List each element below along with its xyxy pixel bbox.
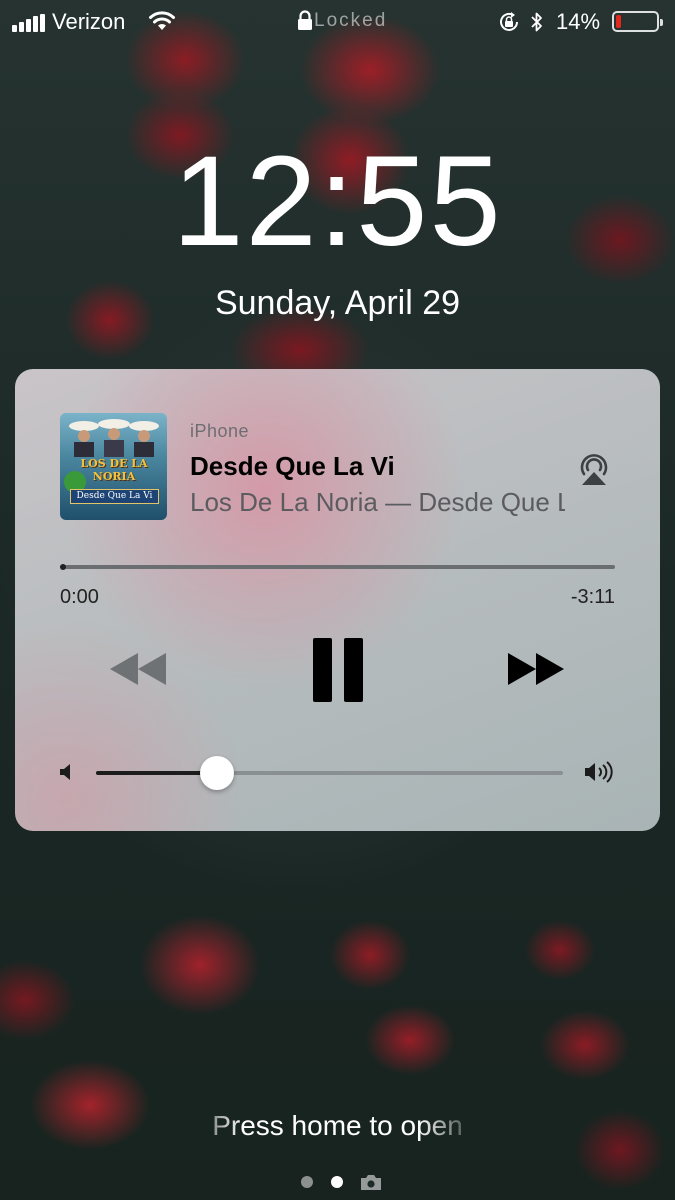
album-art-band-name: LOS DE LA NORIA: [80, 457, 148, 483]
bluetooth-icon: [531, 12, 542, 32]
status-bar: Verizon Locked 14%: [0, 0, 675, 44]
scrubber-handle[interactable]: [60, 564, 66, 570]
battery-icon: [612, 11, 663, 32]
battery-level-fill: [616, 15, 621, 28]
wifi-icon: [149, 11, 175, 30]
album-art-title: Desde Que La Vi: [70, 489, 159, 504]
lock-screen-date: Sunday, April 29: [214, 284, 461, 322]
album-artwork[interactable]: LOS DE LA NORIA Desde Que La Vi: [60, 413, 167, 520]
rewind-icon[interactable]: [108, 649, 168, 689]
rotation-lock-icon: [500, 12, 518, 31]
lock-screen-clock: 12:55: [172, 130, 503, 273]
battery-percentage: 14%: [556, 9, 601, 34]
volume-low-icon: [60, 764, 70, 780]
camera-icon[interactable]: [360, 1174, 382, 1191]
playback-scrubber[interactable]: [60, 565, 615, 569]
volume-slider-fill: [96, 771, 217, 775]
page-dot: [301, 1176, 313, 1188]
page-indicator: [0, 1174, 675, 1190]
now-playing-widget: LOS DE LA NORIA Desde Que La Vi iPhone D…: [15, 369, 660, 831]
airplay-icon[interactable]: [576, 448, 612, 486]
press-home-hint: Press home to open: [212, 1110, 463, 1141]
pause-icon[interactable]: [312, 637, 364, 703]
remaining-time: -3:11: [570, 586, 615, 608]
volume-high-icon: [585, 761, 613, 783]
track-artist-album: Los De La Noria — Desde Que La Vi: [190, 487, 565, 517]
band-members-image: [69, 419, 159, 457]
fast-forward-icon[interactable]: [506, 649, 566, 689]
elapsed-time: 0:00: [60, 586, 99, 608]
carrier-name: Verizon: [52, 9, 126, 34]
page-dot-active: [331, 1176, 343, 1188]
track-title: Desde Que La Vi: [190, 451, 395, 481]
volume-slider-knob[interactable]: [200, 756, 234, 790]
playback-source: iPhone: [190, 421, 250, 441]
padlock-icon: [298, 10, 312, 30]
locked-label: Locked: [314, 10, 388, 31]
